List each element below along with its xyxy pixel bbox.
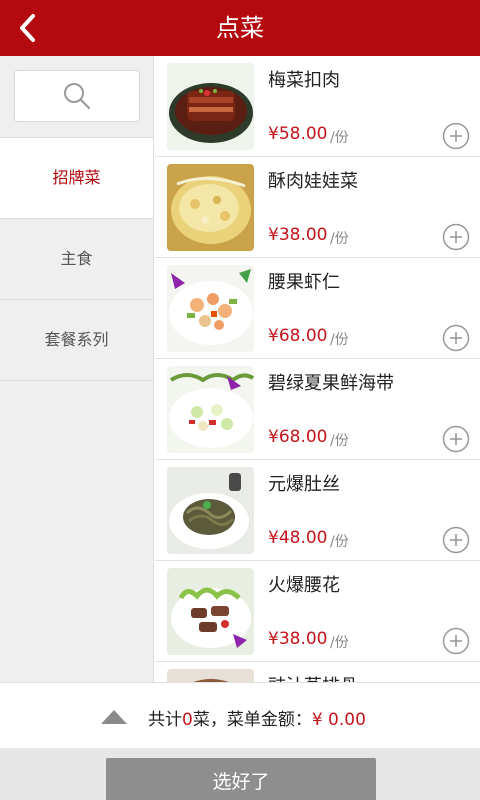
- dish-unit: /份: [330, 332, 349, 348]
- cart-summary: 共计0菜，菜单金额：¥ 0.00: [148, 705, 366, 730]
- add-icon[interactable]: [442, 425, 470, 453]
- page-title: 点菜: [216, 14, 264, 42]
- dish-name: 元爆肚丝: [268, 474, 340, 495]
- braised-pork-image: [167, 63, 254, 150]
- dish-unit: /份: [330, 433, 349, 449]
- list-item[interactable]: 酥肉娃娃菜 ¥38.00 /份: [155, 157, 480, 258]
- summary-mid: 菜，菜单金额：: [192, 710, 312, 730]
- expand-cart-icon[interactable]: [101, 710, 127, 724]
- dish-price: ¥68.00: [268, 427, 328, 447]
- dish-unit: /份: [330, 635, 349, 651]
- search-area: [0, 56, 153, 138]
- total-amount: ¥ 0.00: [311, 710, 366, 730]
- confirm-order-button[interactable]: 选好了: [106, 758, 376, 800]
- category-signature[interactable]: 招牌菜: [0, 138, 153, 219]
- summary-prefix: 共计: [148, 710, 182, 730]
- search-button[interactable]: [14, 70, 140, 122]
- dish-list[interactable]: 梅菜扣肉 ¥58.00 /份 酥肉娃娃菜 ¥38.00 /份 腰果虾仁 ¥68.…: [155, 56, 480, 682]
- dish-name: 火爆腰花: [268, 575, 340, 596]
- dish-price: ¥48.00: [268, 528, 328, 548]
- add-icon[interactable]: [442, 122, 470, 150]
- add-icon[interactable]: [442, 324, 470, 352]
- steamed-ribs-image: [167, 669, 254, 682]
- dish-count: 0: [182, 710, 193, 730]
- cashew-shrimp-image: [167, 265, 254, 352]
- dish-price: ¥58.00: [268, 124, 328, 144]
- dish-unit: /份: [330, 231, 349, 247]
- dish-name: 梅菜扣肉: [268, 70, 340, 91]
- category-staple[interactable]: 主食: [0, 219, 153, 300]
- dish-price: ¥38.00: [268, 629, 328, 649]
- cart-summary-bar: 共计0菜，菜单金额：¥ 0.00: [0, 682, 480, 748]
- list-item[interactable]: 腰果虾仁 ¥68.00 /份: [155, 258, 480, 359]
- category-set-meal[interactable]: 套餐系列: [0, 300, 153, 381]
- add-icon[interactable]: [442, 627, 470, 655]
- top-bar: 点菜: [0, 0, 480, 56]
- cabbage-soup-image: [167, 164, 254, 251]
- dish-price: ¥68.00: [268, 326, 328, 346]
- list-item[interactable]: 豉汁蒸排骨: [155, 662, 480, 682]
- bottom-bar: 选好了: [0, 748, 480, 800]
- list-item[interactable]: 碧绿夏果鲜海带 ¥68.00 /份: [155, 359, 480, 460]
- list-item[interactable]: 火爆腰花 ¥38.00 /份: [155, 561, 480, 662]
- dish-name: 腰果虾仁: [268, 272, 340, 293]
- list-item[interactable]: 梅菜扣肉 ¥58.00 /份: [155, 56, 480, 157]
- add-icon[interactable]: [442, 223, 470, 251]
- list-item[interactable]: 元爆肚丝 ¥48.00 /份: [155, 460, 480, 561]
- dish-name: 碧绿夏果鲜海带: [268, 373, 394, 394]
- add-icon[interactable]: [442, 526, 470, 554]
- dish-name: 酥肉娃娃菜: [268, 171, 358, 192]
- kidney-stirfry-image: [167, 568, 254, 655]
- tripe-shreds-image: [167, 467, 254, 554]
- dish-unit: /份: [330, 130, 349, 146]
- dish-name: 豉汁蒸排骨: [268, 672, 358, 682]
- search-icon: [64, 83, 91, 110]
- dish-price: ¥38.00: [268, 225, 328, 245]
- dish-unit: /份: [330, 534, 349, 550]
- category-sidebar: 招牌菜 主食 套餐系列: [0, 56, 154, 682]
- seaweed-salad-image: [167, 366, 254, 453]
